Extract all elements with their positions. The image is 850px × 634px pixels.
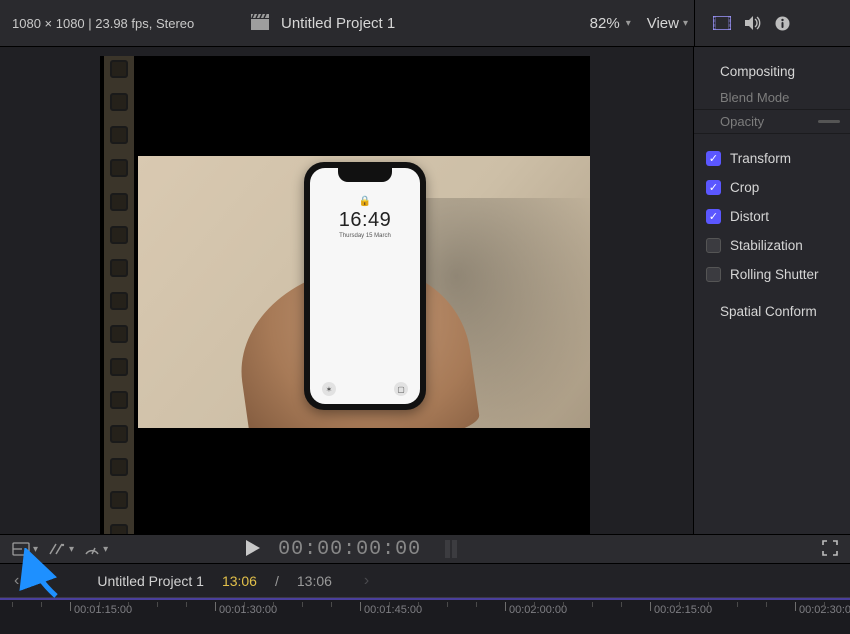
filmstrip-overlay — [104, 56, 134, 534]
clip-speed-icon — [84, 542, 100, 556]
chevron-down-icon: ▾ — [103, 544, 108, 555]
audio-meters — [445, 540, 457, 558]
viewer-header: 1080 × 1080 | 23.98 fps, Stereo Untitled… — [0, 0, 850, 47]
lock-icon: 🔒 — [359, 196, 371, 207]
view-menu[interactable]: View ▾ — [641, 15, 694, 32]
opacity-slider[interactable] — [818, 120, 840, 123]
history-back-icon[interactable]: ‹ — [14, 572, 19, 590]
main-area: 🔒 16:49 Thursday 15 March ✶ ▢ Compositin… — [0, 47, 850, 534]
info-inspector-icon[interactable] — [775, 16, 790, 31]
inspector-blend-mode[interactable]: Blend Mode — [694, 86, 850, 110]
view-label: View — [647, 15, 679, 32]
effects-popup-icon — [12, 542, 30, 556]
inspector-spatial-conform[interactable]: Spatial Conform — [694, 297, 850, 326]
phone-date: Thursday 15 March — [339, 233, 391, 239]
chevron-down-icon: ▾ — [69, 544, 74, 555]
inspector-distort[interactable]: ✓ Distort — [694, 202, 850, 231]
timeline-title[interactable]: Untitled Project 1 — [97, 573, 204, 589]
inspector-rolling-shutter[interactable]: Rolling Shutter — [694, 260, 850, 289]
effects-popup[interactable]: ▾ — [12, 542, 38, 556]
timeline-ruler[interactable]: 00:01:15:0000:01:30:0000:01:45:0000:02:0… — [0, 597, 850, 634]
inspector-stabilization[interactable]: Stabilization — [694, 231, 850, 260]
audio-inspector-icon[interactable] — [745, 16, 761, 30]
timeline-current-time: 13:06 — [222, 573, 257, 589]
inspector-transform[interactable]: ✓ Transform — [694, 144, 850, 173]
timecode-display[interactable]: 00:00:00:00 — [278, 538, 421, 561]
project-format-info: 1080 × 1080 | 23.98 fps, Stereo — [0, 16, 245, 31]
retime-icon — [48, 542, 66, 556]
zoom-value: 82% — [590, 15, 620, 32]
inspector-opacity[interactable]: Opacity — [694, 110, 850, 134]
viewer[interactable]: 🔒 16:49 Thursday 15 March ✶ ▢ — [0, 47, 694, 534]
checkbox-unchecked-icon[interactable] — [706, 267, 721, 282]
fullscreen-icon[interactable] — [822, 540, 838, 559]
video-frame: 🔒 16:49 Thursday 15 March ✶ ▢ — [138, 156, 590, 428]
timeline-duration: 13:06 — [297, 573, 332, 589]
header-center: Untitled Project 1 — [245, 14, 590, 33]
project-title[interactable]: Untitled Project 1 — [281, 15, 395, 32]
checkbox-checked-icon[interactable]: ✓ — [706, 209, 721, 224]
video-inspector-icon[interactable] — [713, 16, 731, 30]
inspector-compositing[interactable]: Compositing — [694, 57, 850, 86]
chevron-down-icon: ▾ — [626, 18, 631, 29]
flashlight-icon: ✶ — [322, 382, 336, 396]
inspector-crop[interactable]: ✓ Crop — [694, 173, 850, 202]
time-separator: / — [275, 573, 279, 589]
chevron-down-icon: ▾ — [683, 18, 688, 29]
timeline-header: ‹ Untitled Project 1 13:06 / 13:06 › — [0, 564, 850, 597]
clip-speed-popup[interactable]: ▾ — [84, 542, 108, 556]
phone-notch — [338, 168, 392, 182]
inspector-panel: Compositing Blend Mode Opacity ✓ Transfo… — [694, 47, 850, 534]
transport-bar: ▾ ▾ ▾ 00:00:00:00 — [0, 534, 850, 564]
inspector-tabs — [694, 0, 850, 46]
checkbox-checked-icon[interactable]: ✓ — [706, 151, 721, 166]
phone-time: 16:49 — [339, 209, 392, 232]
zoom-control[interactable]: 82% ▾ — [590, 15, 641, 32]
clapper-icon — [251, 14, 269, 33]
checkbox-unchecked-icon[interactable] — [706, 238, 721, 253]
camera-icon: ▢ — [394, 382, 408, 396]
retime-popup[interactable]: ▾ — [48, 542, 74, 556]
phone: 🔒 16:49 Thursday 15 March ✶ ▢ — [304, 162, 426, 410]
play-button[interactable] — [246, 540, 260, 559]
chevron-down-icon: ▾ — [33, 544, 38, 555]
history-forward-icon[interactable]: › — [364, 572, 369, 590]
checkbox-checked-icon[interactable]: ✓ — [706, 180, 721, 195]
